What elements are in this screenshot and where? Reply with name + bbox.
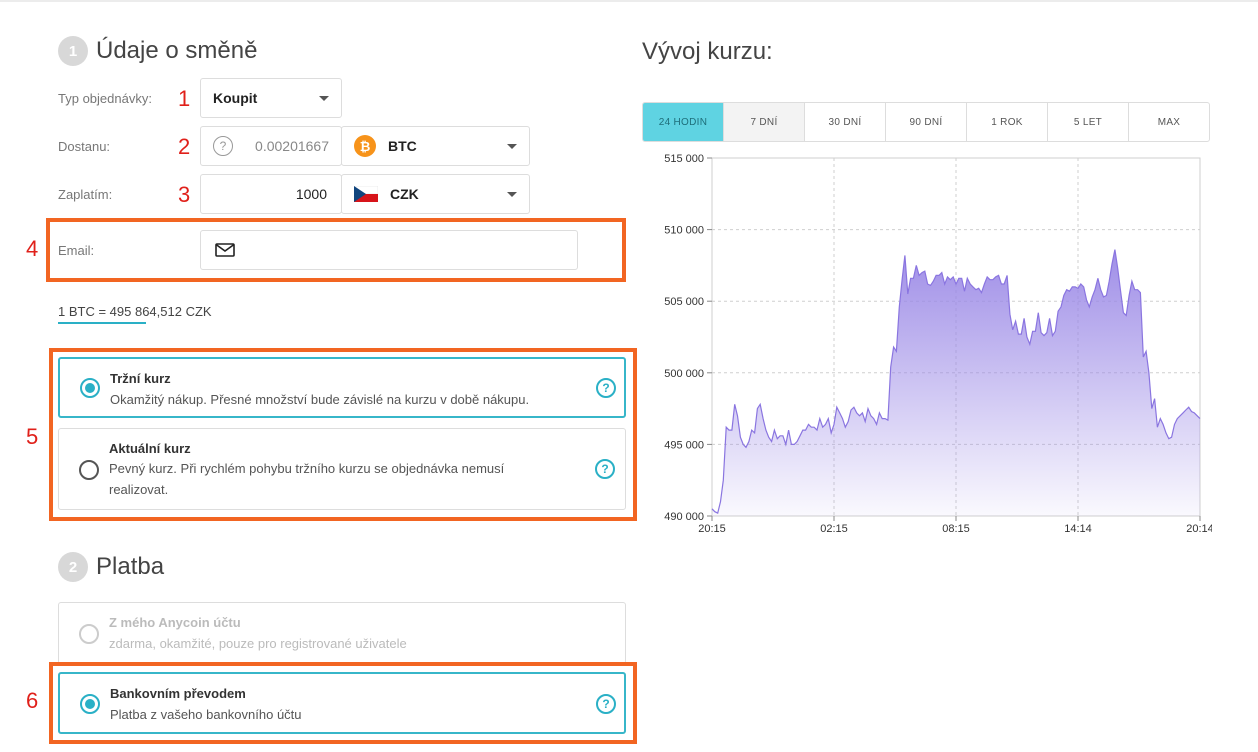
tab-1y[interactable]: 1 ROK [967, 103, 1048, 141]
receive-amount-field[interactable]: ? 0.00201667 [200, 126, 342, 166]
step-number-badge: 2 [58, 552, 88, 582]
chevron-down-icon [319, 95, 329, 101]
pay-label: Zaplatím: [58, 187, 113, 202]
section-title: Údaje o směně [96, 37, 258, 64]
tab-30d[interactable]: 30 DNÍ [805, 103, 886, 141]
tab-90d[interactable]: 90 DNÍ [886, 103, 967, 141]
rate-option-current[interactable]: Aktuální kurz Pevný kurz. Při rychlém po… [58, 428, 626, 510]
tab-max[interactable]: MAX [1129, 103, 1209, 141]
question-circle-icon[interactable]: ? [596, 694, 616, 714]
x-tick-label: 02:15 [820, 523, 848, 535]
price-chart: 490 000 495 000 500 000 505 000 510 000 515 0… [664, 153, 1212, 535]
radio-anycoin-account [79, 624, 99, 644]
annotation-marker-2: 2 [178, 134, 191, 159]
section-title: Platba [96, 553, 165, 580]
x-tick-label: 08:15 [942, 523, 970, 535]
question-circle-icon[interactable]: ? [596, 378, 616, 398]
pay-currency-value: CZK [390, 186, 419, 202]
receive-currency-value: BTC [388, 138, 417, 154]
radio-current-rate[interactable] [79, 460, 99, 480]
exchange-rate-underline [58, 322, 146, 324]
annotation-marker-5: 5 [26, 424, 39, 449]
chevron-down-icon [507, 143, 517, 149]
rate-option-title: Aktuální kurz [109, 441, 191, 456]
section-exchange-header: 1 Údaje o směně [58, 36, 257, 66]
pay-amount-value: 1000 [295, 186, 327, 202]
pay-currency-select[interactable]: CZK [341, 174, 530, 214]
receive-currency-select[interactable]: ₿ BTC [341, 126, 530, 166]
section-payment-header: 2 Platba [58, 552, 164, 582]
x-tick-label: 20:14 [1186, 523, 1212, 535]
payment-option-title: Bankovním převodem [110, 686, 246, 701]
payment-option-desc: zdarma, okamžité, pouze pro registrované… [109, 636, 407, 651]
y-tick-label: 515 000 [664, 153, 704, 165]
annotation-marker-6: 6 [26, 688, 39, 713]
step-number-badge: 1 [58, 36, 88, 66]
receive-label: Dostanu: [58, 139, 111, 154]
payment-option-title: Z mého Anycoin účtu [109, 615, 241, 630]
order-type-value: Koupit [213, 90, 258, 106]
exchange-rate-text[interactable]: 1 BTC = 495 864,512 CZK [58, 304, 212, 319]
y-tick-label: 500 000 [664, 368, 704, 380]
chart-range-tabs: 24 HODIN 7 DNÍ 30 DNÍ 90 DNÍ 1 ROK 5 LET… [642, 102, 1210, 142]
x-tick-label: 14:14 [1064, 523, 1092, 535]
payment-option-anycoin-account: Z mého Anycoin účtu zdarma, okamžité, po… [58, 602, 626, 664]
annotation-marker-4: 4 [26, 236, 39, 261]
radio-bank-transfer[interactable] [80, 694, 100, 714]
email-field[interactable] [200, 230, 578, 270]
payment-option-desc: Platba z vašeho bankovního účtu [110, 707, 302, 722]
chevron-down-icon [507, 191, 517, 197]
rate-option-desc: Pevný kurz. Při rychlém pohybu tržního k… [109, 461, 505, 497]
payment-option-bank-transfer[interactable]: Bankovním převodem Platba z vašeho banko… [58, 672, 626, 734]
chart-title: Vývoj kurzu: [642, 38, 773, 65]
receive-amount-value: 0.00201667 [255, 138, 329, 154]
rate-option-market[interactable]: Tržní kurz Okamžitý nákup. Přesné množst… [58, 357, 626, 418]
email-label: Email: [58, 243, 95, 258]
y-tick-label: 510 000 [664, 225, 704, 237]
y-tick-label: 505 000 [664, 296, 704, 308]
tab-24h[interactable]: 24 HODIN [643, 103, 724, 141]
tab-5y[interactable]: 5 LET [1048, 103, 1129, 141]
rate-option-desc: Okamžitý nákup. Přesné množství bude záv… [110, 392, 530, 407]
top-divider [0, 0, 1258, 2]
order-type-label: Typ objednávky: [58, 91, 152, 106]
y-tick-label: 495 000 [664, 439, 704, 451]
pay-amount-field[interactable]: 1000 [200, 174, 342, 214]
rate-option-title: Tržní kurz [110, 371, 171, 386]
x-tick-label: 20:15 [698, 523, 726, 535]
annotation-marker-1: 1 [178, 86, 191, 111]
question-circle-icon[interactable]: ? [595, 459, 615, 479]
order-type-select[interactable]: Koupit [200, 78, 342, 118]
y-tick-label: 490 000 [664, 511, 704, 523]
bitcoin-icon: ₿ [354, 135, 376, 157]
annotation-marker-3: 3 [178, 182, 191, 207]
tab-7d[interactable]: 7 DNÍ [724, 103, 805, 141]
question-circle-icon[interactable]: ? [213, 136, 233, 156]
czech-flag-icon [354, 186, 378, 202]
price-area [712, 249, 1200, 516]
envelope-icon [215, 243, 235, 257]
radio-market-rate[interactable] [80, 378, 100, 398]
